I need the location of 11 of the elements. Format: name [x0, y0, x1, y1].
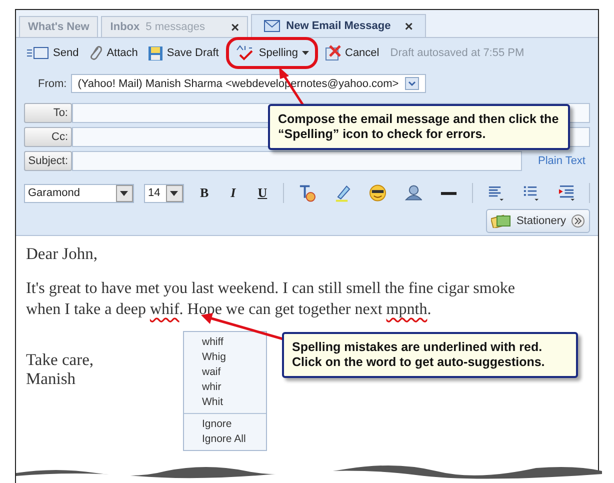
tab-label: What's New — [28, 21, 90, 33]
tab-label: Inbox — [110, 21, 140, 33]
from-label: From: — [38, 78, 67, 90]
tab-label: New Email Message — [286, 20, 391, 32]
callout-tooltip: Compose the email message and then click the “Spelling” icon to check for errors. — [268, 104, 570, 150]
closing-text: Manish — [26, 369, 76, 388]
callout-tooltip: Spelling mistakes are underlined with red. Click on the word to get auto-suggestions. — [282, 332, 578, 378]
closing-text: Take care, — [26, 350, 94, 369]
greeting-text: Dear John, — [26, 244, 98, 264]
autosave-status: Draft autosaved at 7:55 PM — [390, 47, 524, 59]
message-count: 5 messages — [146, 21, 205, 33]
